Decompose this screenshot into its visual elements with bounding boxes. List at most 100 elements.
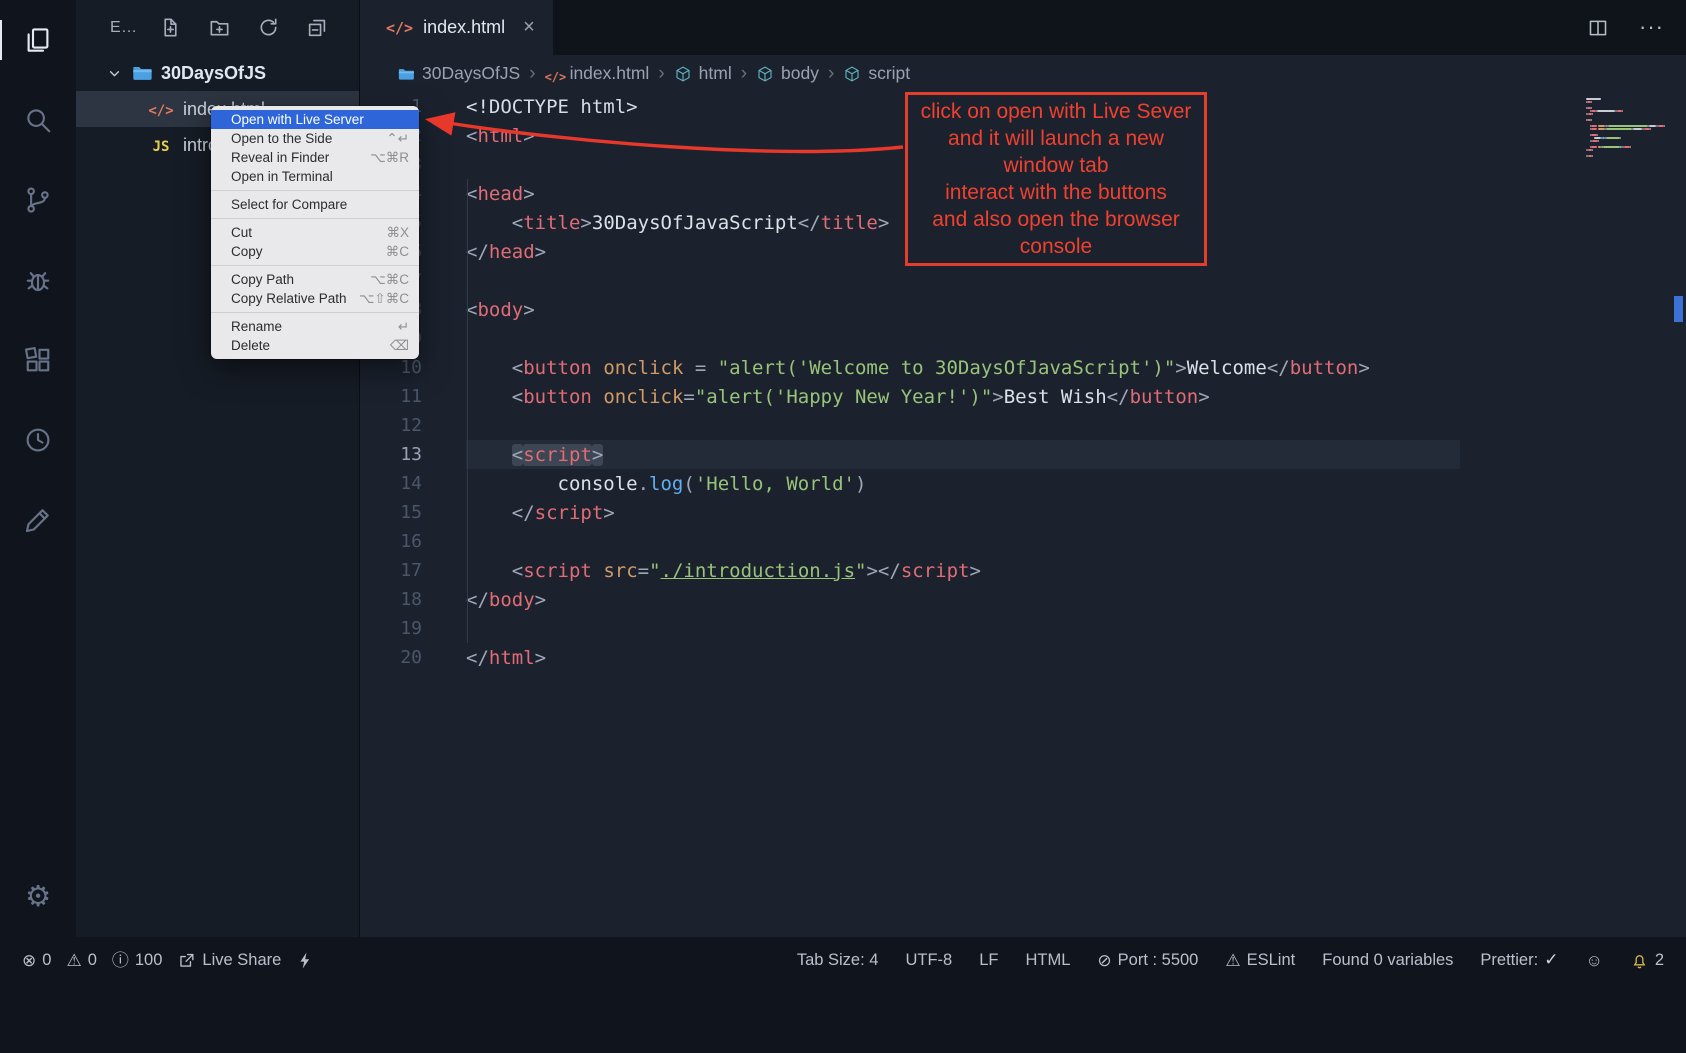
menu-item-rename[interactable]: Rename↵ <box>211 317 419 336</box>
status-feedback-smiley[interactable]: ☺ <box>1585 951 1602 970</box>
split-editor-icon[interactable] <box>1587 17 1609 39</box>
activity-run-debug[interactable] <box>0 240 76 320</box>
cube-icon <box>674 65 692 83</box>
menu-item-copy-path[interactable]: Copy Path⌥⌘C <box>211 270 419 289</box>
code-line-13[interactable]: 13 <script> <box>360 440 1686 469</box>
status-encoding[interactable]: UTF-8 <box>905 951 952 970</box>
refresh-icon[interactable] <box>257 16 280 39</box>
menu-item-open-with-live-server[interactable]: Open with Live Server <box>211 110 419 129</box>
breadcrumb-separator: › <box>529 63 535 85</box>
tab-index-html[interactable]: </>index.html× <box>360 0 553 55</box>
cube-icon <box>756 65 774 83</box>
menu-item-open-in-terminal[interactable]: Open in Terminal <box>211 167 419 186</box>
line-number: 10 <box>360 357 466 378</box>
breadcrumb-separator: › <box>828 63 834 85</box>
annotation-line: console <box>912 233 1200 260</box>
breadcrumb-html[interactable]: html <box>674 63 732 84</box>
tab-bar: </>index.html× ··· <box>360 0 1686 55</box>
menu-separator <box>211 218 419 219</box>
status-eslint[interactable]: ⚠ESLint <box>1225 951 1295 970</box>
breadcrumb-separator: › <box>741 63 747 85</box>
lightning-icon <box>296 951 315 970</box>
warning-icon: ⚠ <box>66 951 81 970</box>
activity-search[interactable] <box>0 80 76 160</box>
breadcrumb-script[interactable]: script <box>843 63 910 84</box>
history-icon <box>23 425 53 455</box>
status-live-server-port[interactable]: ⊘Port : 5500 <box>1097 951 1198 970</box>
html-file-icon: </> <box>148 99 174 120</box>
collapse-all-icon[interactable] <box>306 16 329 39</box>
menu-item-open-to-the-side[interactable]: Open to the Side⌃↵ <box>211 129 419 148</box>
status-language-mode[interactable]: HTML <box>1025 951 1070 970</box>
activity-feedback[interactable] <box>0 480 76 560</box>
search-icon <box>23 105 53 135</box>
close-icon[interactable]: × <box>523 16 535 39</box>
pen-icon <box>23 505 53 535</box>
activity-explorer[interactable] <box>0 0 76 80</box>
code-line-14[interactable]: 14 console.log('Hello, World') <box>360 469 1686 498</box>
activity-settings[interactable]: ⚙ <box>0 857 76 937</box>
code-line-15[interactable]: 15 </script> <box>360 498 1686 527</box>
menu-item-select-for-compare[interactable]: Select for Compare <box>211 195 419 214</box>
new-folder-icon[interactable] <box>208 16 231 39</box>
code-line-20[interactable]: 20</html> <box>360 643 1686 672</box>
line-number: 12 <box>360 415 466 436</box>
menu-item-copy-relative-path[interactable]: Copy Relative Path⌥⇧⌘C <box>211 289 419 308</box>
activity-source-control[interactable] <box>0 160 76 240</box>
line-number: 13 <box>360 444 466 465</box>
breadcrumb-body[interactable]: body <box>756 63 819 84</box>
vscode-window: ⚙ E… 30DaysOfJS </>index.htmlJSintroduct… <box>0 0 1686 1053</box>
status-bar: ⊗0 ⚠0 ⓘ100 Live Share Tab Size: 4 UTF-8 LF HTM… <box>0 937 1686 1053</box>
menu-separator <box>211 265 419 266</box>
activity-extensions[interactable] <box>0 320 76 400</box>
line-number: 18 <box>360 589 466 610</box>
status-css-variables[interactable]: Found 0 variables <box>1322 951 1453 970</box>
cube-icon <box>843 65 861 83</box>
status-tab-size[interactable]: Tab Size: 4 <box>797 951 879 970</box>
code-line-19[interactable]: 19 <box>360 614 1686 643</box>
breadcrumb-separator: › <box>658 63 664 85</box>
code-line-12[interactable]: 12 <box>360 411 1686 440</box>
menu-item-copy[interactable]: Copy⌘C <box>211 242 419 261</box>
status-error-count[interactable]: ⊗0 <box>22 951 51 970</box>
line-number: 16 <box>360 531 466 552</box>
status-live-share[interactable]: Live Share <box>177 951 281 970</box>
indent-guide <box>467 179 468 643</box>
code-line-18[interactable]: 18</body> <box>360 585 1686 614</box>
menu-separator <box>211 190 419 191</box>
breadcrumb-30daysofjs[interactable]: 30DaysOfJS <box>397 63 520 84</box>
status-warning-count[interactable]: ⚠0 <box>66 951 96 970</box>
code-line-11[interactable]: 11 <button onclick="alert('Happy New Yea… <box>360 382 1686 411</box>
source-control-icon <box>23 185 53 215</box>
explorer-title: E… <box>110 19 137 37</box>
folder-row-30daysofjs[interactable]: 30DaysOfJS <box>76 55 359 91</box>
bell-icon <box>1630 951 1649 970</box>
new-file-icon[interactable] <box>159 16 182 39</box>
error-icon: ⊗ <box>22 951 36 970</box>
code-line-16[interactable]: 16 <box>360 527 1686 556</box>
overview-ruler-decoration <box>1674 296 1683 322</box>
menu-item-reveal-in-finder[interactable]: Reveal in Finder⌥⌘R <box>211 148 419 167</box>
port-icon: ⊘ <box>1097 951 1111 970</box>
annotation-line: and also open the browser <box>912 206 1200 233</box>
smiley-icon: ☺ <box>1585 951 1602 970</box>
code-line-9[interactable]: 9 <box>360 324 1686 353</box>
breadcrumb-index-html[interactable]: </>index.html <box>545 63 650 84</box>
status-notifications-bell[interactable]: 2 <box>1630 951 1664 970</box>
minimap-line <box>1586 155 1672 158</box>
code-line-10[interactable]: 10 <button onclick = "alert('Welcome to … <box>360 353 1686 382</box>
html-file-icon: </> <box>545 65 563 83</box>
status-eol[interactable]: LF <box>979 951 998 970</box>
code-line-8[interactable]: 8<body> <box>360 295 1686 324</box>
minimap[interactable] <box>1586 98 1672 158</box>
status-lightning[interactable] <box>296 951 315 970</box>
folder-icon <box>397 65 415 83</box>
menu-item-delete[interactable]: Delete⌫ <box>211 336 419 355</box>
activity-history[interactable] <box>0 400 76 480</box>
code-line-17[interactable]: 17 <script src="./introduction.js"></scr… <box>360 556 1686 585</box>
menu-item-cut[interactable]: Cut⌘X <box>211 223 419 242</box>
more-icon[interactable]: ··· <box>1639 16 1664 39</box>
status-prettier[interactable]: Prettier:✓ <box>1480 950 1558 970</box>
code-line-7[interactable]: 7 <box>360 266 1686 295</box>
status-info-count[interactable]: ⓘ100 <box>112 951 163 970</box>
